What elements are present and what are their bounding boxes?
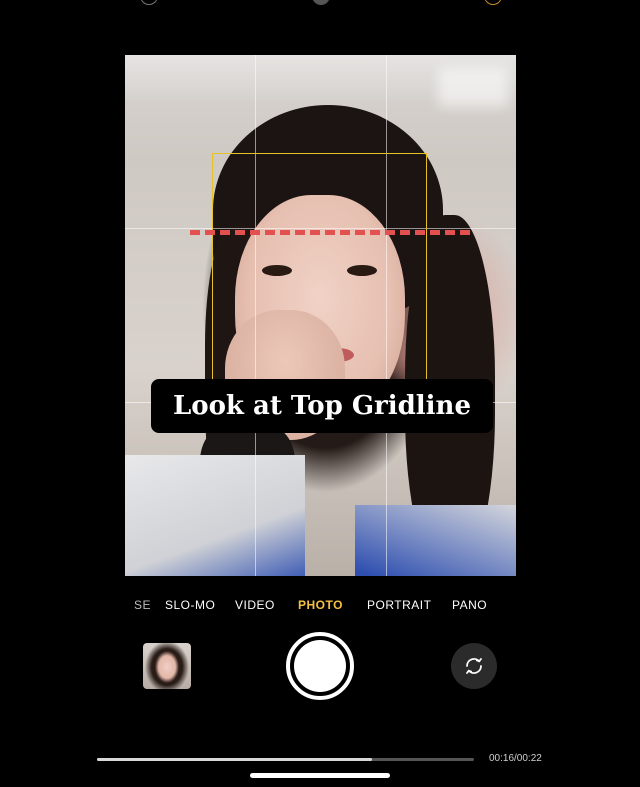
home-indicator[interactable] (250, 773, 390, 778)
camera-flip-button[interactable] (451, 643, 497, 689)
scene-jacket-left (125, 455, 305, 576)
top-icon-center[interactable] (312, 0, 330, 5)
camera-flip-icon (466, 658, 482, 674)
camera-mode-selector[interactable]: SE SLO-MO VIDEO PHOTO PORTRAIT PANO (130, 597, 510, 613)
mode-video[interactable]: VIDEO (235, 598, 275, 612)
mode-slo-mo[interactable]: SLO-MO (165, 598, 215, 612)
shutter-button[interactable] (286, 632, 354, 700)
top-icon-right[interactable] (484, 0, 502, 5)
video-progress-fill (97, 758, 373, 761)
scene-jacket-right (355, 505, 516, 576)
caption-overlay: Look at Top Gridline (151, 379, 493, 433)
camera-viewfinder[interactable] (125, 55, 516, 576)
video-timestamp: 00:16/00:22 (489, 753, 542, 764)
last-photo-thumbnail[interactable] (143, 643, 191, 689)
shutter-button-inner[interactable] (294, 640, 346, 692)
video-progress-bar[interactable] (97, 758, 474, 761)
mode-portrait[interactable]: PORTRAIT (367, 598, 431, 612)
eye-level-guide-line (190, 230, 470, 235)
mode-photo[interactable]: PHOTO (298, 598, 343, 612)
mode-pano[interactable]: PANO (452, 598, 487, 612)
scene-light (438, 67, 508, 107)
mode-time-lapse[interactable]: SE (134, 598, 151, 612)
top-icon-left[interactable] (140, 0, 158, 5)
face-focus-box (212, 153, 427, 385)
